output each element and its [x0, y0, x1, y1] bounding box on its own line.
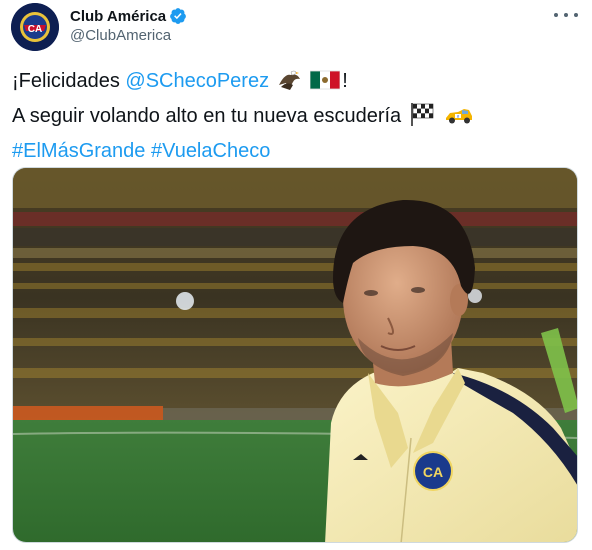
- tweet-text: ¡Felicidades @SChecoPerez ! A seguir vol…: [12, 66, 476, 167]
- mention-link[interactable]: @SChecoPerez: [125, 70, 269, 92]
- verified-badge-icon: [169, 7, 187, 25]
- author-display-name[interactable]: Club América: [70, 8, 166, 25]
- tweet: CA Club América @ClubAmerica ¡Felicidade…: [0, 0, 592, 550]
- checkered-flag-emoji: [409, 102, 435, 136]
- stadium-portrait-image: CA: [13, 168, 577, 542]
- jacket-crest-label: CA: [423, 464, 443, 480]
- eagle-emoji: [277, 69, 301, 101]
- hashtag-link-elmasgrande[interactable]: #ElMásGrande: [12, 140, 145, 162]
- author-names: Club América @ClubAmerica: [70, 6, 187, 44]
- hashtag-link-vuelacheco[interactable]: #VuelaCheco: [151, 140, 270, 162]
- author-handle[interactable]: @ClubAmerica: [70, 27, 187, 44]
- tweet-photo[interactable]: CA: [12, 167, 578, 543]
- mexico-flag-emoji: [309, 69, 341, 101]
- more-options-icon[interactable]: [554, 8, 578, 22]
- tweet-line-3: #ElMásGrande #VuelaCheco: [12, 136, 476, 167]
- race-car-emoji: 8: [444, 104, 474, 136]
- tweet-line-1: ¡Felicidades @SChecoPerez !: [12, 66, 476, 101]
- tweet-line-2: A seguir volando alto en tu nueva escude…: [12, 101, 476, 136]
- tweet-text-line2: A seguir volando alto en tu nueva escude…: [12, 105, 402, 127]
- club-crest-icon: CA: [11, 3, 59, 51]
- tweet-text-suffix: !: [342, 70, 348, 92]
- author-avatar[interactable]: CA: [11, 3, 59, 51]
- tweet-text-prefix: ¡Felicidades: [12, 70, 126, 92]
- svg-text:CA: CA: [28, 24, 42, 35]
